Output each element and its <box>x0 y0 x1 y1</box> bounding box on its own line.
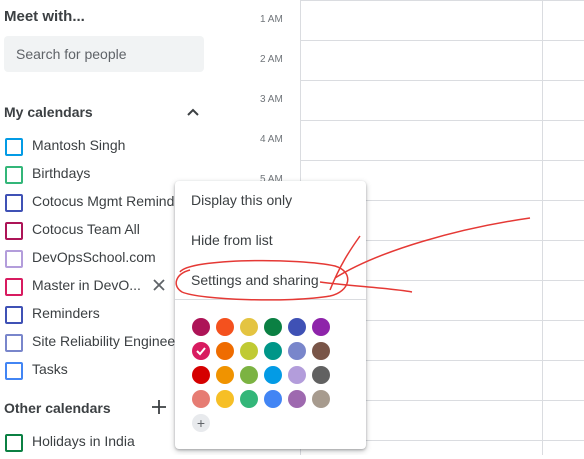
chevron-up-icon <box>187 108 199 116</box>
color-swatch[interactable] <box>312 390 330 408</box>
calendar-options-menu: Display this only Hide from list Setting… <box>175 181 366 449</box>
menu-divider <box>175 299 366 300</box>
grid-hour-line <box>300 120 584 121</box>
menu-item-display-this-only[interactable]: Display this only <box>175 183 366 217</box>
menu-item-label: Display this only <box>191 192 293 208</box>
my-calendars-title[interactable]: My calendars <box>4 104 93 120</box>
color-swatch[interactable] <box>264 318 282 336</box>
calendar-checkbox[interactable] <box>5 334 23 352</box>
meet-with-title: Meet with... <box>4 8 85 25</box>
grid-hour-line <box>300 80 584 81</box>
color-swatch[interactable] <box>240 342 258 360</box>
calendar-checkbox[interactable] <box>5 278 23 296</box>
time-label: 3 AM <box>260 94 283 105</box>
add-custom-color-button[interactable]: + <box>192 414 210 432</box>
color-swatch[interactable] <box>192 366 210 384</box>
color-swatch[interactable] <box>216 366 234 384</box>
color-swatch[interactable] <box>264 342 282 360</box>
color-swatch[interactable] <box>288 390 306 408</box>
color-swatch[interactable] <box>216 390 234 408</box>
plus-icon <box>152 400 166 414</box>
menu-item-settings-and-sharing[interactable]: Settings and sharing <box>175 263 366 297</box>
color-swatch[interactable] <box>264 390 282 408</box>
calendar-label: Reminders <box>32 305 100 321</box>
remove-calendar-button[interactable] <box>150 276 168 294</box>
calendar-label: Birthdays <box>32 165 91 181</box>
color-swatch[interactable] <box>288 318 306 336</box>
calendar-checkbox[interactable] <box>5 138 23 156</box>
color-swatch[interactable] <box>312 318 330 336</box>
calendar-checkbox[interactable] <box>5 222 23 240</box>
check-icon <box>196 347 206 356</box>
time-label: 1 AM <box>260 14 283 25</box>
calendar-checkbox[interactable] <box>5 362 23 380</box>
other-calendars-title[interactable]: Other calendars <box>4 400 111 416</box>
calendar-checkbox[interactable] <box>5 194 23 212</box>
color-swatch[interactable] <box>312 342 330 360</box>
grid-vertical-line <box>542 0 543 459</box>
calendar-label: Cotocus Mgmt Remind <box>32 193 175 209</box>
color-swatch[interactable] <box>264 366 282 384</box>
color-swatch[interactable] <box>192 342 210 360</box>
collapse-my-calendars-button[interactable] <box>183 102 203 122</box>
add-other-calendar-button[interactable] <box>149 397 169 417</box>
search-people-input[interactable] <box>4 36 208 72</box>
calendar-label: Site Reliability Engineer <box>32 333 180 349</box>
grid-hour-line <box>300 160 584 161</box>
calendar-checkbox[interactable] <box>5 250 23 268</box>
calendar-checkbox[interactable] <box>5 166 23 184</box>
calendar-label: Master in DevO... <box>32 277 141 293</box>
color-swatch[interactable] <box>312 366 330 384</box>
grid-hour-line <box>300 0 584 1</box>
bottom-edge <box>0 455 584 459</box>
calendar-checkbox[interactable] <box>5 306 23 324</box>
calendar-checkbox[interactable] <box>5 434 23 452</box>
color-swatch[interactable] <box>192 390 210 408</box>
calendar-label: DevOpsSchool.com <box>32 249 156 265</box>
color-swatch[interactable] <box>192 318 210 336</box>
color-swatch[interactable] <box>216 318 234 336</box>
time-label: 4 AM <box>260 134 283 145</box>
calendar-label: Tasks <box>32 361 68 377</box>
calendar-label: Mantosh Singh <box>32 137 126 153</box>
menu-item-hide-from-list[interactable]: Hide from list <box>175 223 366 257</box>
time-label: 2 AM <box>260 54 283 65</box>
calendar-label: Holidays in India <box>32 433 135 449</box>
grid-hour-line <box>300 40 584 41</box>
color-swatch[interactable] <box>240 366 258 384</box>
close-icon <box>153 279 165 291</box>
color-swatch[interactable] <box>288 366 306 384</box>
color-swatch[interactable] <box>240 390 258 408</box>
calendar-label: Cotocus Team All <box>32 221 140 237</box>
color-swatch[interactable] <box>240 318 258 336</box>
search-people-box[interactable] <box>4 36 208 72</box>
menu-item-label: Hide from list <box>191 232 273 248</box>
color-swatch[interactable] <box>288 342 306 360</box>
calendar-item-mantosh-singh[interactable]: Mantosh Singh <box>0 133 212 159</box>
menu-item-label: Settings and sharing <box>191 272 319 288</box>
color-swatch[interactable] <box>216 342 234 360</box>
